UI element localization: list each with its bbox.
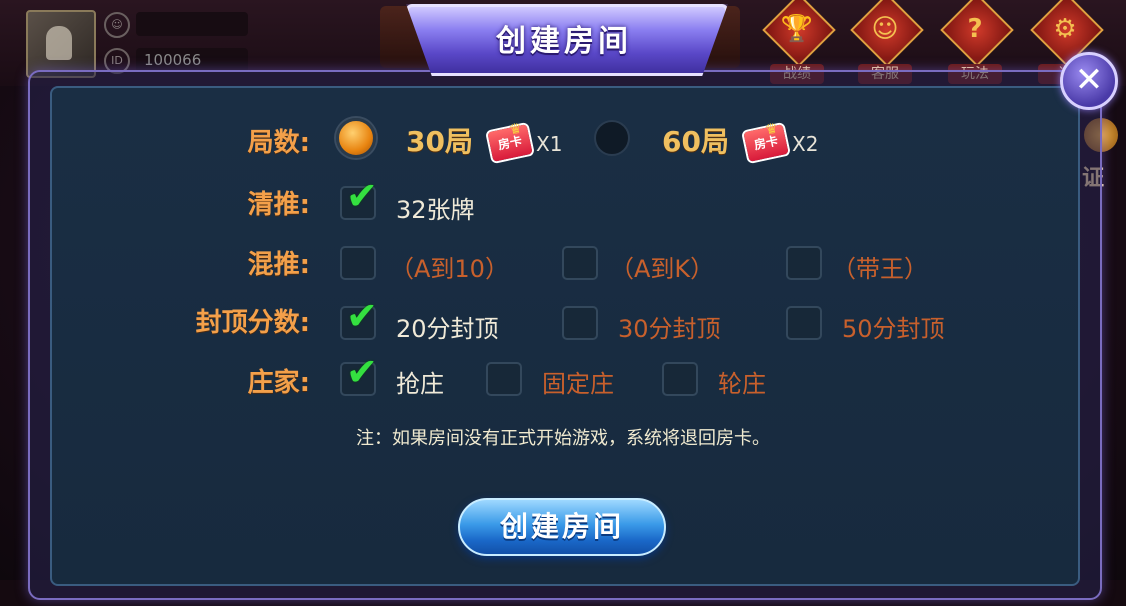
rounds-label: 局数: bbox=[247, 128, 310, 158]
close-icon: ✕ bbox=[1074, 60, 1104, 100]
rounds-30-radio[interactable] bbox=[336, 118, 376, 158]
huntui-a10-label: （A到10） bbox=[390, 255, 509, 283]
rounds-30-multiplier: X1 bbox=[536, 132, 563, 156]
huntui-ak-checkbox[interactable] bbox=[562, 246, 598, 280]
trophy-icon: 🏆 bbox=[780, 14, 814, 44]
banker-fixed-checkbox[interactable] bbox=[486, 362, 522, 396]
banker-rotate-label: 轮庄 bbox=[718, 370, 766, 398]
huntui-label: 混推: bbox=[247, 250, 310, 280]
rounds-60-radio[interactable] bbox=[594, 120, 630, 156]
help-icon: ? bbox=[967, 14, 983, 44]
rounds-30-label: 30局 bbox=[406, 125, 473, 158]
user-icon: ☺ bbox=[104, 12, 130, 38]
settings-icon: ⚙ bbox=[1053, 14, 1077, 44]
banker-label: 庄家: bbox=[247, 368, 310, 398]
cap-50-checkbox[interactable] bbox=[786, 306, 822, 340]
avatar[interactable] bbox=[26, 10, 96, 78]
rounds-60-label: 60局 bbox=[662, 125, 729, 158]
huntui-ak-label: （A到K） bbox=[610, 255, 715, 283]
cap-20-label: 20分封顶 bbox=[396, 315, 499, 343]
qingtui-label: 清推: bbox=[247, 190, 310, 220]
check-icon: ✔ bbox=[346, 294, 378, 338]
cap-label: 封顶分数: bbox=[195, 308, 310, 338]
user-id: 100066 bbox=[136, 48, 248, 72]
cap-30-checkbox[interactable] bbox=[562, 306, 598, 340]
banker-fixed-label: 固定庄 bbox=[542, 370, 614, 398]
huntui-joker-checkbox[interactable] bbox=[786, 246, 822, 280]
huntui-joker-label: （带王） bbox=[832, 255, 928, 283]
cap-20-checkbox[interactable]: ✔ bbox=[340, 294, 378, 340]
support-icon: ☺ bbox=[871, 14, 899, 44]
check-icon: ✔ bbox=[346, 174, 378, 218]
rounds-60-multiplier: X2 bbox=[792, 132, 819, 156]
banker-rotate-checkbox[interactable] bbox=[662, 362, 698, 396]
refund-note: 注：如果房间没有正式开始游戏，系统将退回房卡。 bbox=[356, 428, 770, 449]
qingtui-32-label: 32张牌 bbox=[396, 196, 475, 224]
dialog-title: 创建房间 bbox=[496, 24, 632, 59]
banker-grab-label: 抢庄 bbox=[396, 370, 444, 398]
close-button[interactable]: ✕ bbox=[1060, 52, 1118, 110]
user-name bbox=[136, 12, 248, 36]
huntui-a10-checkbox[interactable] bbox=[340, 246, 376, 280]
check-icon: ✔ bbox=[346, 350, 378, 394]
cap-30-label: 30分封顶 bbox=[618, 315, 721, 343]
banker-grab-checkbox[interactable]: ✔ bbox=[340, 350, 378, 396]
create-room-button[interactable]: 创建房间 bbox=[458, 498, 666, 556]
qingtui-32-checkbox[interactable]: ✔ bbox=[340, 174, 378, 220]
cap-50-label: 50分封顶 bbox=[842, 315, 945, 343]
